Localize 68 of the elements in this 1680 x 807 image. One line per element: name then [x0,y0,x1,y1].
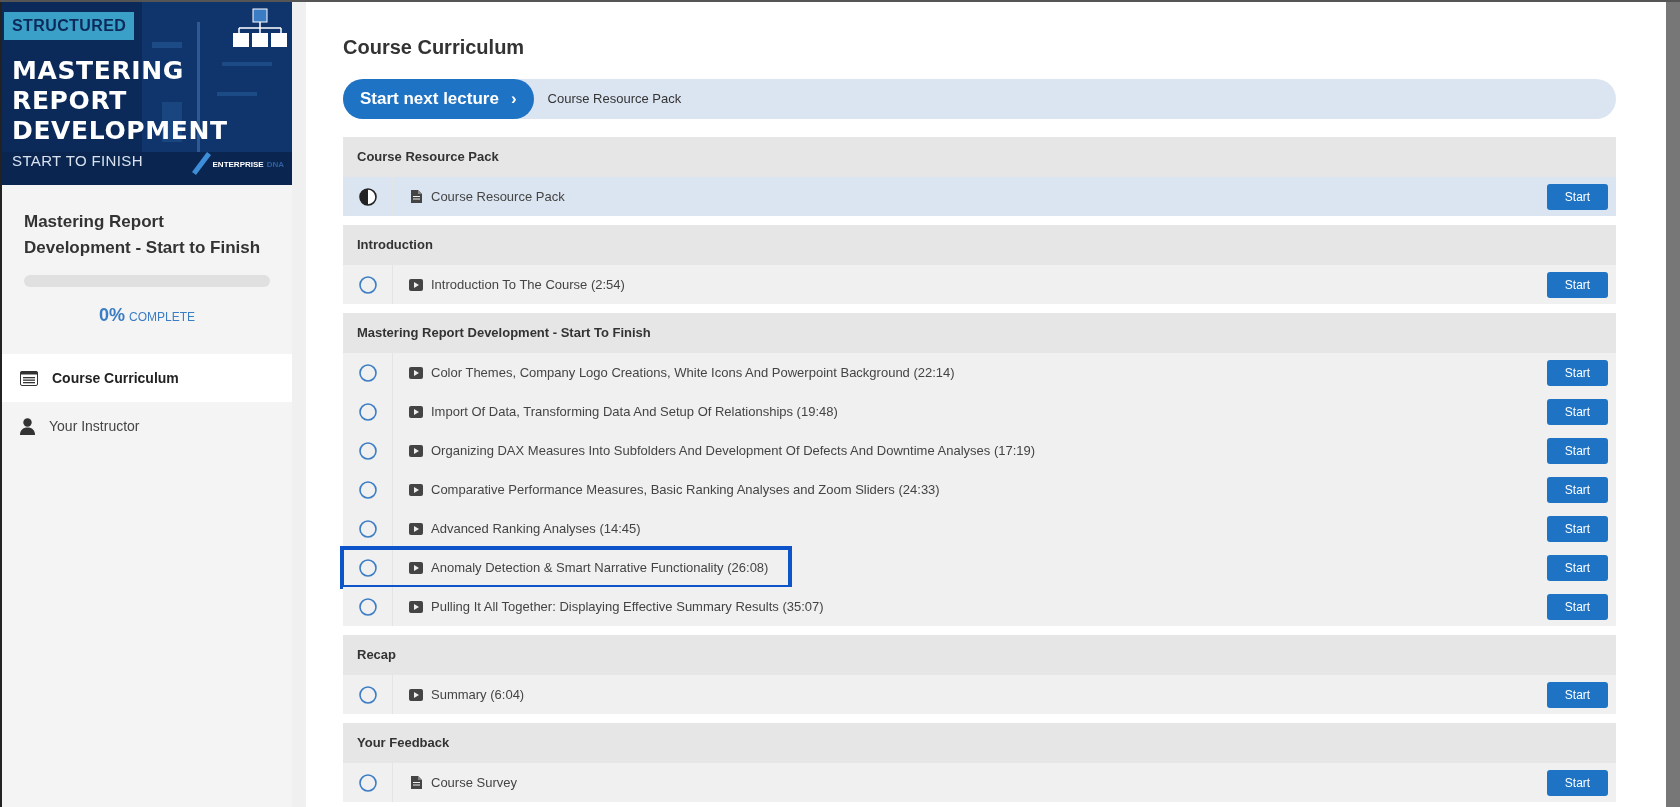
lecture-row[interactable]: Import Of Data, Transforming Data And Setup Of Relationships (19:48) Start [343,392,1616,431]
document-icon [410,776,422,789]
brand-word: ENTERPRISE [212,158,264,171]
progress-percent: 0% [99,304,125,327]
lecture-row[interactable]: Introduction To The Course (2:54) Start [343,265,1616,304]
start-button[interactable]: Start [1547,183,1608,210]
video-icon [409,561,423,574]
video-icon [409,483,423,496]
banner-subtitle: START TO FINISH [12,151,143,171]
person-icon [20,417,35,435]
video-icon [409,366,423,379]
lecture-row[interactable]: Summary (6:04) Start [343,675,1616,714]
lecture-row[interactable]: Course Survey Start [343,763,1616,802]
start-button[interactable]: Start [1547,476,1608,503]
lecture-row[interactable]: Anomaly Detection & Smart Narrative Functionality (26:08) Start [343,548,1616,587]
brand-suffix: DNA [266,158,284,171]
lecture-title: Import Of Data, Transforming Data And Setup Of Relationships (19:48) [431,402,838,421]
lecture-row[interactable]: Pulling It All Together: Displaying Effective Summary Results (35:07) Start [343,587,1616,626]
lecture-title: Color Themes, Company Logo Creations, White Icons And Powerpoint Background (22:14) [431,363,955,382]
start-button[interactable]: Start [1547,437,1608,464]
start-button[interactable]: Start [1547,554,1608,581]
video-icon [409,405,423,418]
start-button[interactable]: Start [1547,359,1608,386]
start-button[interactable]: Start [1547,593,1608,620]
list-icon [20,370,38,386]
course-title: Mastering Report Development - Start to Finish [24,211,262,259]
sidebar-item[interactable]: Course Curriculum [2,354,292,402]
start-button[interactable]: Start [1547,398,1608,425]
document-icon [410,190,422,203]
lecture-row[interactable]: Color Themes, Company Logo Creations, White Icons And Powerpoint Background (22:14) Start [343,353,1616,392]
lecture-title: Course Resource Pack [431,187,565,206]
section-header: Recap [343,635,1616,675]
sidebar-item[interactable]: Your Instructor [2,402,292,450]
chevron-icon: › [510,86,517,112]
video-icon [409,522,423,535]
start-next-lecture-button[interactable]: Start next lecture › [343,79,534,119]
lecture-row[interactable]: Advanced Ranking Analyses (14:45) Start [343,509,1616,548]
banner-title-line: MASTERING [12,56,184,86]
next-lecture-name: Course Resource Pack [547,90,682,109]
section-header: Introduction [343,225,1616,265]
video-icon [409,688,423,701]
banner-title-line: DEVELOPMENT [12,116,228,146]
video-icon [409,278,423,291]
video-icon [409,444,423,457]
section-header: Course Resource Pack [343,137,1616,177]
start-button[interactable]: Start [1547,515,1608,542]
lecture-title: Summary (6:04) [431,685,525,704]
video-icon [409,600,423,613]
lecture-row[interactable]: Comparative Performance Measures, Basic Ranking Analyses and Zoom Sliders (24:33) Start [343,470,1616,509]
start-button[interactable]: Start [1547,769,1608,796]
lecture-title: Course Survey [431,773,517,792]
course-tag: STRUCTURED [4,12,135,40]
lecture-title: Advanced Ranking Analyses (14:45) [431,519,641,538]
section-header: Mastering Report Development - Start To Finish [343,313,1616,353]
page-title: Course Curriculum [343,35,525,60]
lecture-title: Comparative Performance Measures, Basic Ranking Analyses and Zoom Sliders (24:33) [431,480,940,499]
start-button[interactable]: Start [1547,681,1608,708]
lecture-title: Introduction To The Course (2:54) [431,275,625,294]
lecture-title: Anomaly Detection & Smart Narrative Functionality (26:08) [431,558,769,577]
lecture-row[interactable]: Organizing DAX Measures Into Subfolders And Development Of Defects And Downtime Analyses (17:19) Start [343,431,1616,470]
lecture-title: Organizing DAX Measures Into Subfolders And Development Of Defects And Downtime Analyses (17:19) [431,441,1036,460]
banner-title-line: REPORT [12,86,127,116]
start-button[interactable]: Start [1547,271,1608,298]
lecture-row[interactable]: Course Resource Pack Start [343,177,1616,216]
hierarchy-icon [232,8,288,48]
progress-label: COMPLETE [129,309,195,326]
lecture-title: Pulling It All Together: Displaying Effective Summary Results (35:07) [431,597,824,616]
section-header: Your Feedback [343,723,1616,763]
